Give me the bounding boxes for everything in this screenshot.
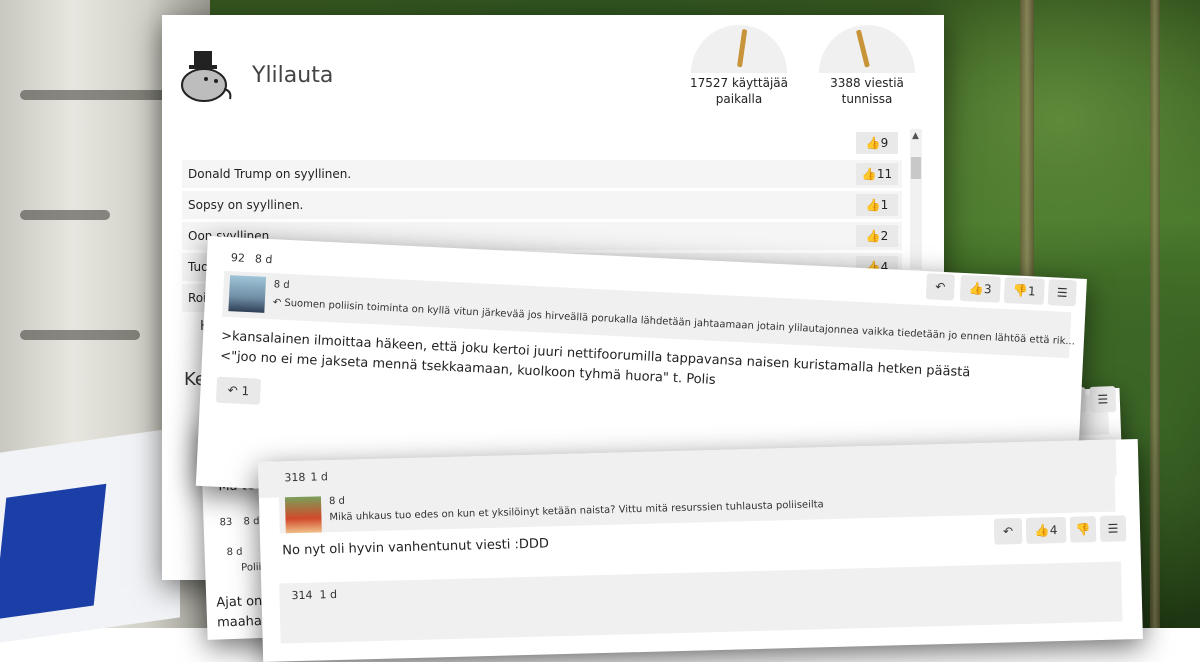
reply-button[interactable]: ↶ <box>925 273 956 301</box>
downvote-button[interactable]: 👎1 <box>1003 276 1045 305</box>
menu-icon[interactable]: ☰ <box>1089 386 1117 413</box>
pig-in-top-hat-icon <box>181 51 232 102</box>
menu-icon[interactable]: ☰ <box>1099 515 1127 542</box>
post-318: 318 1 d 8 d Mikä uhkaus tuo edes on kun … <box>258 438 1143 662</box>
thread-list-scrollbar[interactable]: ▲ <box>910 129 922 269</box>
posts-per-hour-value: 3388 viestiä <box>830 76 904 90</box>
thread-title: Donald Trump on syyllinen. <box>188 167 352 181</box>
online-users-value: 17527 käyttäjää <box>690 76 788 90</box>
post-age: 1 d <box>310 470 329 484</box>
list-item[interactable]: Sopsy on syyllinen. 👍1 <box>182 191 902 219</box>
downvote-button[interactable]: 👎 <box>1069 516 1097 543</box>
tree-trunk <box>1150 0 1160 628</box>
like-button[interactable]: 👍1 <box>856 194 898 216</box>
list-item[interactable]: 👍9 <box>182 129 902 157</box>
thread-title: Sopsy on syyllinen. <box>188 198 304 212</box>
menu-icon[interactable]: ☰ <box>1047 279 1077 307</box>
post-age: 1 d <box>319 587 338 602</box>
post-number[interactable]: 83 <box>219 517 232 528</box>
online-users-unit: paikalla <box>715 92 763 106</box>
post-text: No nyt oli hyvin vanhentunut viesti :DDD <box>282 536 550 559</box>
replies-button[interactable]: ↶ 1 <box>215 376 262 405</box>
like-button[interactable]: 👍2 <box>856 225 898 247</box>
posts-per-hour-gauge: 3388 viestiä tunnissa <box>817 25 917 107</box>
post-number[interactable]: 92 <box>231 251 246 265</box>
upvote-button[interactable]: 👍4 <box>1025 516 1067 544</box>
list-item[interactable]: Donald Trump on syyllinen. 👍11 <box>182 160 902 188</box>
scrollbar-thumb[interactable] <box>911 157 921 179</box>
post-age: 8 d <box>254 252 273 267</box>
quote-age: 8 d <box>328 495 346 508</box>
upvote-button[interactable]: 👍3 <box>959 274 1001 303</box>
like-button[interactable]: 👍9 <box>856 132 898 154</box>
scroll-up-icon[interactable]: ▲ <box>912 131 919 141</box>
online-users-gauge: 17527 käyttäjää paikalla <box>689 25 789 107</box>
avatar <box>228 275 267 313</box>
police-tape <box>0 427 180 643</box>
avatar <box>284 496 322 534</box>
post-number[interactable]: 314 <box>291 589 312 603</box>
post-number[interactable]: 318 <box>284 471 305 485</box>
like-button[interactable]: 👍11 <box>856 163 898 185</box>
site-title[interactable]: Ylilauta <box>252 63 333 88</box>
post-age: 8 d <box>243 515 260 528</box>
quote-age: 8 d <box>226 546 243 559</box>
quote-age: 8 d <box>273 279 290 292</box>
reply-button[interactable]: ↶ <box>993 518 1023 545</box>
posts-per-hour-unit: tunnissa <box>841 92 893 106</box>
